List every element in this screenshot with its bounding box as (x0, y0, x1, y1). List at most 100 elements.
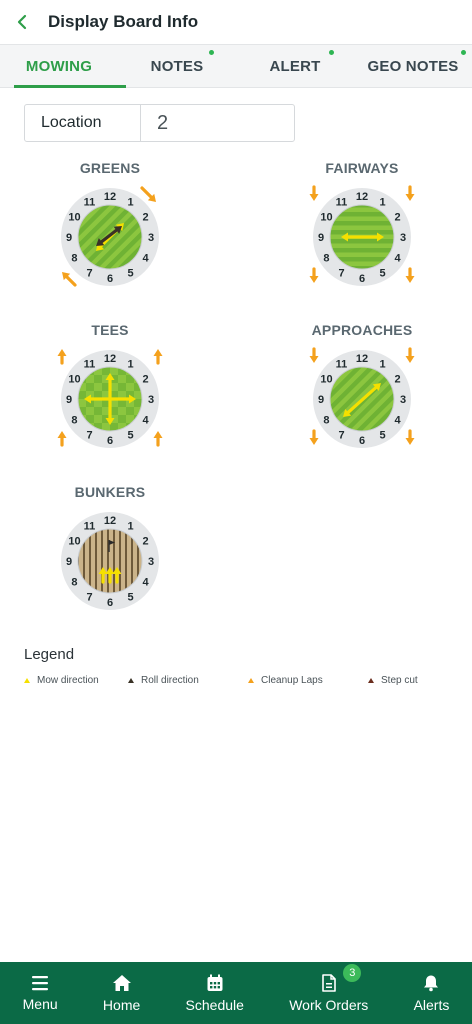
clock-number: 10 (68, 374, 80, 386)
tab-mowing[interactable]: MOWING (0, 45, 126, 88)
tab-label: GEO NOTES (367, 57, 459, 75)
clock-number: 2 (142, 536, 148, 548)
step-cut-arrow (153, 431, 163, 447)
clock-number: 7 (86, 592, 92, 604)
nav-alerts[interactable]: Alerts (413, 974, 450, 1013)
step-cut-arrow (405, 429, 415, 445)
document-icon (321, 973, 336, 992)
work-orders-badge: 3 (343, 963, 362, 982)
legend-item-step-cut: Step cut (368, 675, 418, 686)
clock-number: 4 (394, 415, 401, 427)
clock-number: 1 (379, 358, 385, 370)
clock-number: 12 (356, 353, 368, 365)
clock-number: 12 (356, 191, 368, 203)
notification-dot (329, 50, 334, 55)
clock-number: 1 (127, 520, 133, 532)
chevron-left-icon (17, 14, 27, 30)
clock-number: 11 (336, 358, 348, 370)
legend-item-roll-direction: Roll direction (128, 675, 199, 686)
clock-number: 2 (394, 212, 400, 224)
legend-label: Roll direction (141, 675, 199, 686)
clock-number: 9 (66, 556, 72, 568)
tab-alert[interactable]: ALERT (236, 45, 354, 87)
greens-clock-dial: 12 1234567891011 (61, 186, 159, 287)
legend-label: Cleanup Laps (261, 675, 323, 686)
clock-number: 5 (127, 268, 133, 280)
tab-label: MOWING (25, 57, 93, 75)
clock-number: 12 (104, 515, 116, 527)
clock-number: 4 (142, 253, 149, 265)
step-cut-arrow (153, 349, 163, 365)
clock-number: 11 (84, 358, 96, 370)
clock-number: 7 (86, 430, 92, 442)
clock-number: 9 (318, 394, 324, 406)
tab-notes[interactable]: NOTES (118, 45, 236, 87)
clock-number: 8 (71, 415, 77, 427)
clock-number: 12 (104, 191, 116, 203)
notification-dot (461, 50, 466, 55)
step-cut-arrow (57, 349, 67, 365)
diagram-title: TEES (91, 322, 129, 338)
clock-number: 4 (394, 253, 401, 265)
clock-number: 8 (71, 577, 77, 589)
clock-number: 10 (68, 536, 80, 548)
clock-number: 2 (142, 212, 148, 224)
diagram-title: GREENS (79, 160, 141, 176)
notification-dot (209, 50, 214, 55)
clock-number: 1 (127, 196, 133, 208)
location-value: 2 (157, 111, 169, 134)
tab-geo-notes[interactable]: GEO NOTES (354, 45, 472, 87)
triangle-icon (368, 678, 374, 683)
nav-label: Alerts (413, 996, 450, 1013)
nav-home[interactable]: Home (103, 974, 140, 1013)
cleanup-laps-arrow (62, 272, 77, 287)
step-cut-arrow (405, 347, 415, 363)
clock-number: 5 (379, 268, 385, 280)
nav-schedule[interactable]: Schedule (186, 974, 244, 1013)
clock-number: 2 (394, 374, 400, 386)
page-title: Display Board Info (48, 12, 199, 31)
diagram-title: APPROACHES (311, 322, 413, 338)
tees-diagram: TEES 12 1 2 3 4 5 6 7 8 9 10 11 (55, 322, 165, 452)
clock-number: 3 (148, 232, 154, 244)
fairways-clock-dial: 12 1234567891011 (309, 185, 415, 286)
tab-bar: MOWING NOTES ALERT GEO NOTES (0, 44, 472, 88)
triangle-icon (248, 678, 254, 683)
diagram-title: FAIRWAYS (325, 160, 399, 176)
fairways-diagram: FAIRWAYS 12 1 2 3 4 5 6 7 8 9 10 11 (307, 160, 417, 290)
clock-number: 5 (379, 430, 385, 442)
triangle-icon (128, 678, 134, 683)
clock-number: 7 (86, 268, 92, 280)
back-button[interactable] (2, 0, 42, 44)
nav-label: Home (102, 996, 141, 1013)
header: Display Board Info (0, 0, 472, 44)
step-cut-arrow (405, 185, 415, 201)
clock-number: 6 (107, 273, 113, 285)
greens-diagram: GREENS 12 1 2 3 4 5 6 7 8 9 10 11 (55, 160, 165, 290)
clock-number: 12 (104, 353, 116, 365)
nav-label: Schedule (185, 996, 244, 1013)
nav-label: Menu (22, 995, 58, 1012)
triangle-icon (24, 678, 30, 683)
bottom-navigation: Menu Home Schedule Work Orders 3 Alerts (0, 962, 472, 1024)
legend-label: Mow direction (37, 675, 99, 686)
clock-number: 4 (142, 577, 149, 589)
legend-item-mow-direction: Mow direction (24, 675, 99, 686)
clock-number: 3 (148, 394, 154, 406)
tees-clock-dial: 12 1234567891011 (57, 349, 163, 448)
bell-icon (424, 975, 439, 991)
calendar-icon (207, 974, 223, 991)
step-cut-arrow (309, 185, 319, 201)
clock-number: 3 (148, 556, 154, 568)
clock-number: 8 (323, 415, 329, 427)
nav-menu[interactable]: Menu (23, 975, 58, 1012)
clock-number: 2 (142, 374, 148, 386)
clock-number: 7 (338, 268, 344, 280)
clock-number: 4 (142, 415, 149, 427)
legend-item-cleanup-laps: Cleanup Laps (248, 675, 323, 686)
clock-number: 6 (107, 435, 113, 447)
clock-number: 1 (379, 196, 385, 208)
clock-number: 10 (320, 212, 332, 224)
clock-number: 11 (84, 196, 96, 208)
nav-work-orders[interactable]: Work Orders 3 (289, 963, 368, 1013)
